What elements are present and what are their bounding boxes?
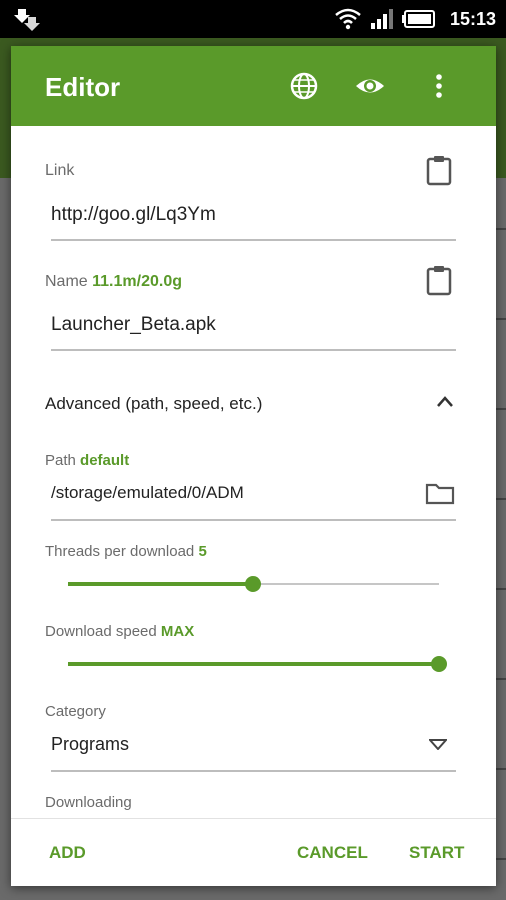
- signal-icon: [370, 9, 393, 29]
- dialog-header: Editor: [11, 46, 496, 126]
- path-field[interactable]: /storage/emulated/0/ADM: [51, 483, 244, 503]
- name-underline: [51, 349, 456, 351]
- link-underline: [51, 239, 456, 241]
- download-icon: [14, 9, 40, 31]
- threads-label: Threads per download 5: [45, 543, 207, 560]
- path-tag: default: [80, 452, 130, 469]
- category-select[interactable]: Programs: [51, 734, 129, 755]
- downloading-label: Downloading: [45, 794, 132, 811]
- name-field[interactable]: Launcher_Beta.apk: [51, 314, 216, 336]
- clipboard-icon[interactable]: [426, 264, 452, 296]
- name-label-text: Name: [45, 273, 88, 290]
- status-time: 15:13: [449, 8, 496, 29]
- start-button[interactable]: START: [409, 843, 464, 863]
- speed-label: Download speed MAX: [45, 623, 194, 640]
- speed-slider-thumb[interactable]: [431, 656, 447, 672]
- folder-icon[interactable]: [425, 481, 455, 505]
- wifi-icon: [335, 8, 361, 30]
- battery-icon: [401, 10, 435, 28]
- threads-value: 5: [198, 543, 207, 560]
- eye-icon[interactable]: [354, 70, 386, 102]
- speed-label-text: Download speed: [45, 623, 157, 640]
- cancel-button[interactable]: CANCEL: [297, 843, 368, 863]
- link-label: Link: [45, 162, 75, 179]
- status-bar: 15:13: [0, 0, 506, 38]
- threads-slider-fill: [68, 582, 253, 586]
- path-underline: [51, 519, 456, 521]
- speed-value: MAX: [160, 623, 195, 640]
- name-label: Name 11.1m/20.0g: [45, 273, 182, 291]
- name-size-badge: 11.1m/20.0g: [92, 273, 182, 290]
- dialog-footer: ADD CANCEL START: [11, 818, 496, 886]
- clipboard-icon[interactable]: [426, 154, 452, 186]
- add-button[interactable]: ADD: [49, 843, 86, 863]
- dialog-title: Editor: [45, 72, 121, 102]
- dropdown-arrow-icon[interactable]: [429, 738, 447, 750]
- path-label: Path default: [45, 452, 129, 469]
- editor-dialog: Editor Link http://goo.gl/Lq3Ym Name 11.…: [11, 46, 496, 886]
- chevron-up-icon[interactable]: [435, 394, 455, 410]
- path-label-text: Path: [45, 452, 76, 469]
- speed-slider-fill: [68, 662, 439, 666]
- category-label: Category: [45, 703, 106, 720]
- threads-label-text: Threads per download: [45, 543, 195, 560]
- threads-slider-thumb[interactable]: [245, 576, 261, 592]
- more-vert-icon[interactable]: [423, 70, 455, 102]
- advanced-toggle[interactable]: Advanced (path, speed, etc.): [45, 394, 262, 414]
- category-underline: [51, 770, 456, 772]
- globe-icon[interactable]: [288, 70, 320, 102]
- link-field[interactable]: http://goo.gl/Lq3Ym: [51, 204, 216, 226]
